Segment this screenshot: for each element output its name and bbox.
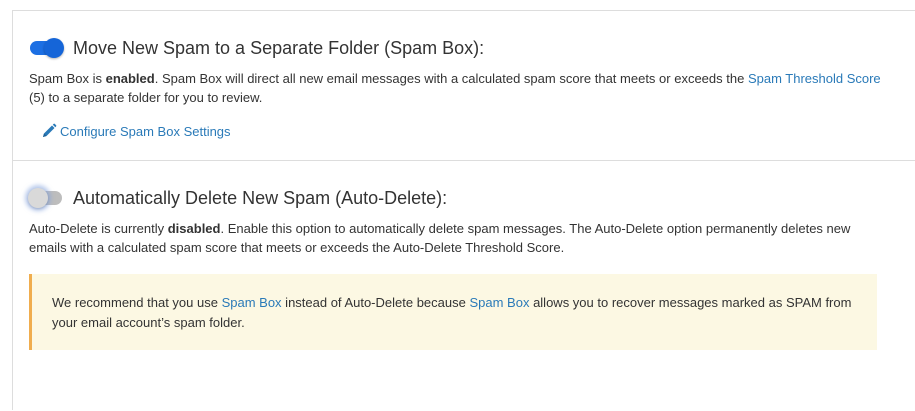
spam-box-section: Move New Spam to a Separate Folder (Spam…: [13, 11, 915, 161]
alert-text-2: instead of Auto-Delete because: [281, 295, 470, 310]
auto-delete-heading-row: Automatically Delete New Spam (Auto-Dele…: [28, 187, 447, 209]
spam-box-status: enabled: [105, 71, 155, 86]
auto-delete-status: disabled: [167, 221, 221, 236]
configure-spam-box-label: Configure Spam Box Settings: [60, 123, 231, 139]
spam-box-link-2[interactable]: Spam Box: [469, 295, 529, 310]
toggle-knob: [28, 188, 48, 208]
configure-spam-box-link[interactable]: Configure Spam Box Settings: [41, 123, 231, 139]
spam-box-desc-suffix: (5) to a separate folder for you to revi…: [29, 90, 263, 105]
spam-box-heading: Move New Spam to a Separate Folder (Spam…: [73, 38, 485, 58]
alert-text: We recommend that you use Spam Box inste…: [52, 293, 852, 333]
toggle-knob: [44, 38, 64, 58]
spam-threshold-score-link[interactable]: Spam Threshold Score: [748, 71, 881, 86]
spam-box-heading-row: Move New Spam to a Separate Folder (Spam…: [28, 37, 484, 59]
spam-box-toggle[interactable]: [28, 38, 64, 58]
spam-box-desc-prefix: Spam Box is: [29, 71, 106, 86]
auto-delete-desc-prefix: Auto-Delete is currently: [29, 221, 168, 236]
auto-delete-description: Auto-Delete is currently disabled. Enabl…: [29, 219, 889, 257]
auto-delete-toggle[interactable]: [28, 188, 64, 208]
alert-text-1: We recommend that you use: [52, 295, 222, 310]
spam-box-description: Spam Box is enabled. Spam Box will direc…: [29, 69, 889, 107]
auto-delete-warning-alert: We recommend that you use Spam Box inste…: [29, 274, 877, 350]
spam-box-desc-middle: . Spam Box will direct all new email mes…: [154, 71, 748, 86]
spam-settings-panel: Move New Spam to a Separate Folder (Spam…: [12, 10, 915, 410]
auto-delete-heading: Automatically Delete New Spam (Auto-Dele…: [73, 188, 448, 208]
pencil-icon: [43, 123, 57, 137]
spam-box-link-1[interactable]: Spam Box: [222, 295, 282, 310]
